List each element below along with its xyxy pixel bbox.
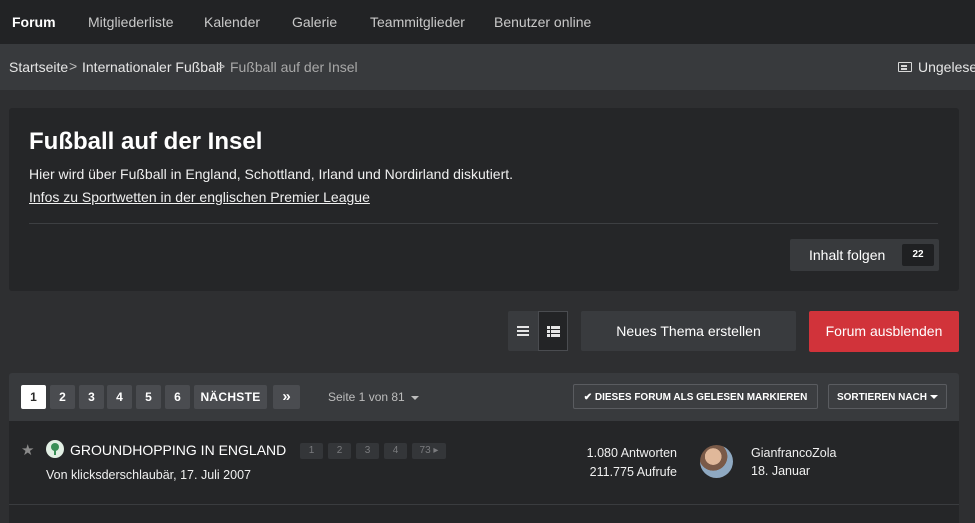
next-page-button[interactable]: NÄCHSTE [194, 385, 267, 409]
last-poster-name[interactable]: GianfrancoZola [751, 446, 836, 460]
nav-item-mitgliederliste[interactable]: Mitgliederliste [88, 0, 174, 44]
page-button-4[interactable]: 4 [107, 385, 132, 409]
follow-button[interactable]: Inhalt folgen 22 [790, 239, 939, 271]
breadcrumb-separator: > [69, 58, 78, 74]
page-button-1[interactable]: 1 [21, 385, 46, 409]
topic-page-link[interactable]: 2 [328, 443, 351, 459]
breadcrumb-home[interactable]: Startseite [9, 44, 68, 90]
topic-page-link-last[interactable]: 73 ▸ [412, 443, 446, 459]
new-topic-button[interactable]: Neues Thema erstellen [581, 311, 796, 351]
avatar[interactable] [700, 445, 733, 478]
pagination-bar: 1 2 3 4 5 6 NÄCHSTE » Seite 1 von 81 ✔ D… [9, 373, 959, 421]
last-page-button[interactable]: » [273, 385, 300, 409]
forum-info-link[interactable]: Infos zu Sportwetten in der englischen P… [29, 189, 370, 205]
grid-view-button[interactable] [538, 311, 568, 351]
view-toggle [508, 311, 568, 351]
nav-item-galerie[interactable]: Galerie [292, 0, 337, 44]
topic-page-link[interactable]: 3 [356, 443, 379, 459]
topic-byline: Von klicksderschlaubär, 17. Juli 2007 [46, 468, 251, 482]
grid-view-icon [547, 326, 560, 337]
topic-row: ★ GROUNDHOPPING IN ENGLAND 1 2 3 4 73 ▸ … [9, 421, 959, 505]
topic-title[interactable]: GROUNDHOPPING IN ENGLAND [70, 442, 286, 458]
mark-forum-read-button[interactable]: ✔ DIESES FORUM ALS GELESEN MARKIEREN [573, 384, 818, 409]
pin-icon [46, 440, 64, 458]
unread-label: Ungelese [918, 59, 975, 75]
page-button-6[interactable]: 6 [165, 385, 190, 409]
list-view-button[interactable] [508, 311, 538, 351]
star-icon[interactable]: ★ [21, 441, 34, 459]
follow-count-badge: 22 [902, 244, 934, 266]
chevron-down-icon [410, 395, 419, 400]
page-jump-dropdown[interactable]: Seite 1 von 81 [328, 385, 419, 409]
sort-button[interactable]: SORTIEREN NACH [828, 384, 947, 409]
page-button-3[interactable]: 3 [79, 385, 104, 409]
forum-description: Hier wird über Fußball in England, Schot… [29, 166, 514, 182]
list-view-icon [517, 326, 529, 336]
page-button-2[interactable]: 2 [50, 385, 75, 409]
nav-item-teammitglieder[interactable]: Teammitglieder [370, 0, 465, 44]
top-nav: Forum Mitgliederliste Kalender Galerie T… [0, 0, 975, 44]
topic-views: 211.775 Aufrufe [589, 465, 677, 479]
last-post-date: 18. Januar [751, 464, 811, 478]
nav-item-benutzer-online[interactable]: Benutzer online [494, 0, 591, 44]
page-title: Fußball auf der Insel [29, 128, 263, 155]
nav-item-forum[interactable]: Forum [12, 0, 56, 44]
divider [29, 223, 938, 224]
follow-label: Inhalt folgen [809, 247, 886, 263]
topic-page-link[interactable]: 4 [384, 443, 407, 459]
page-info: Seite 1 von 81 [328, 390, 405, 404]
topic-row [9, 505, 959, 523]
hide-forum-button[interactable]: Forum ausblenden [809, 311, 959, 352]
breadcrumb: Startseite > Internationaler Fußball > F… [0, 44, 975, 90]
topic-replies: 1.080 Antworten [586, 446, 677, 460]
chevron-down-icon [930, 395, 938, 400]
newspaper-icon [898, 62, 912, 73]
topic-page-link[interactable]: 1 [300, 443, 323, 459]
breadcrumb-separator: > [217, 58, 226, 74]
breadcrumb-international[interactable]: Internationaler Fußball [82, 44, 222, 90]
nav-item-kalender[interactable]: Kalender [204, 0, 260, 44]
forum-header: Fußball auf der Insel Hier wird über Fuß… [9, 108, 959, 291]
breadcrumb-current: Fußball auf der Insel [230, 59, 358, 75]
sort-label: SORTIEREN NACH [836, 392, 927, 403]
unread-content-link[interactable]: Ungelese [898, 44, 975, 90]
page-button-5[interactable]: 5 [136, 385, 161, 409]
